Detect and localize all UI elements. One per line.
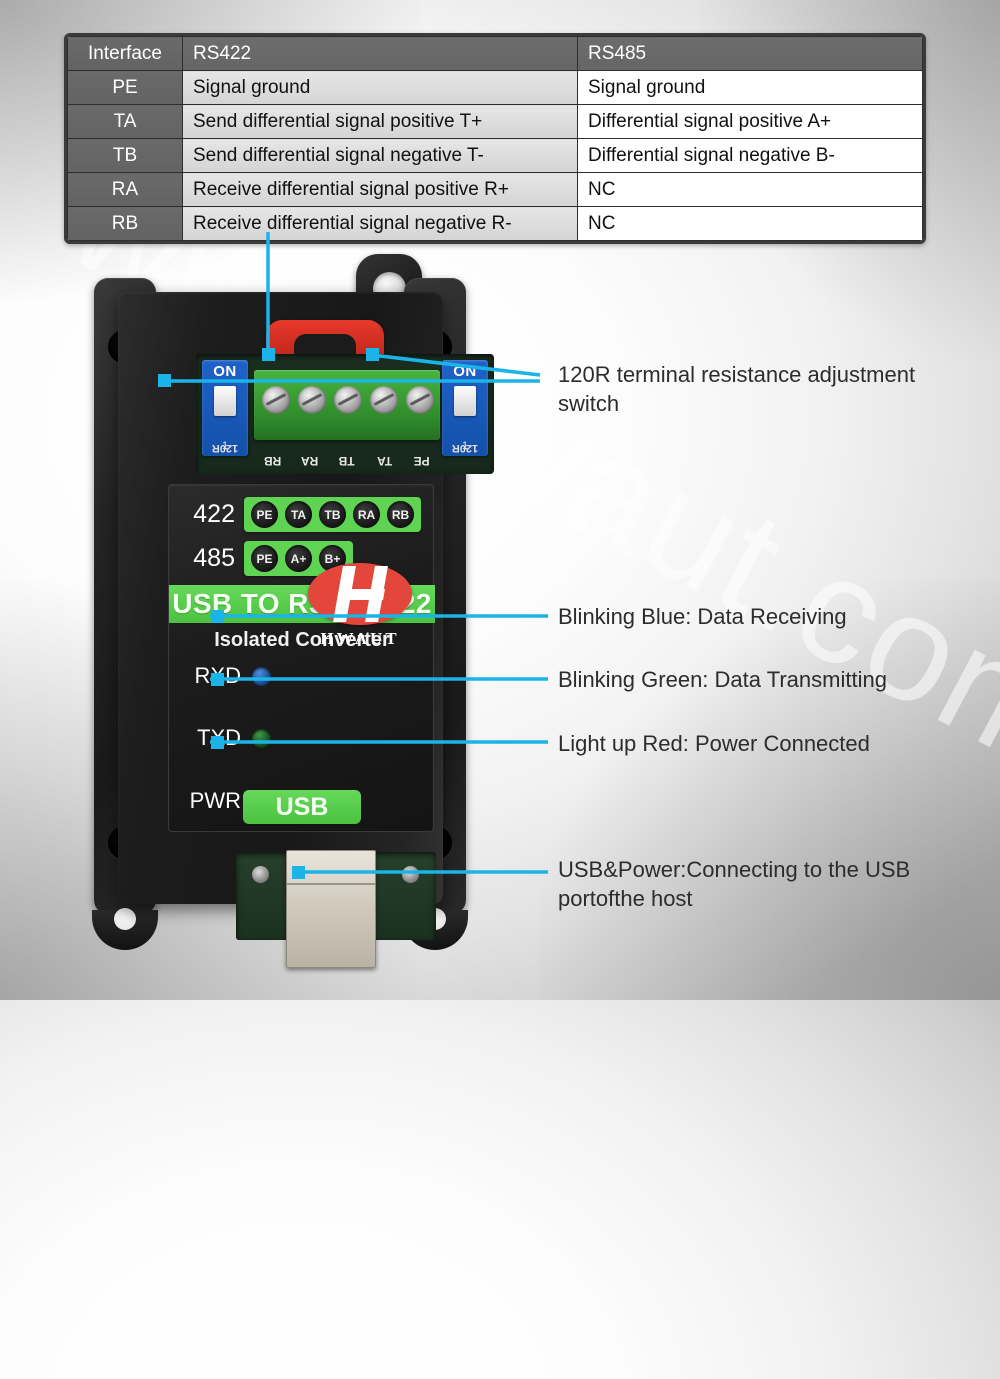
cell-rs422: Send differential signal positive T+ — [182, 104, 578, 139]
cell-rs485: Differential signal positive A+ — [577, 104, 923, 139]
bracket-foot-left — [92, 908, 158, 950]
usb-well-screw-icon — [402, 866, 419, 883]
callout-marker-usb — [292, 866, 305, 879]
led-indicator-rxd — [252, 666, 271, 686]
annotation-txd: Blinking Green: Data Transmitting — [558, 667, 887, 692]
logo-oval-icon — [308, 563, 412, 625]
cell-rs485: Signal ground — [577, 70, 923, 105]
terminal-screw-icon[interactable] — [370, 386, 398, 414]
cell-interface: RB — [67, 206, 183, 241]
screw-terminal-block[interactable] — [254, 370, 440, 440]
annotation-usb-power: USB&Power:Connecting to the USB portofth… — [558, 857, 911, 912]
callout-marker-120r-right — [366, 348, 379, 361]
terminal-screw-icon[interactable] — [334, 386, 362, 414]
callout-marker-txd — [211, 673, 224, 686]
callout-marker-pwr — [211, 736, 224, 749]
interface-spec-table: Interface RS422 RS485 PE Signal ground S… — [64, 33, 926, 244]
terminal-legend-item: TA — [376, 454, 392, 468]
terminal-screw-icon[interactable] — [262, 386, 290, 414]
usb-connector-well — [236, 850, 436, 968]
pin-badge: RA — [353, 501, 380, 528]
pin-badge: PE — [251, 545, 278, 572]
terminal-block-area: ON 1 120R ON 1 120R RB RA TB TA PE — [196, 354, 494, 474]
cell-interface: TA — [67, 104, 183, 139]
table-row: TB Send differential signal negative T- … — [67, 138, 923, 173]
dip-resistance-label-right: 120R — [451, 442, 479, 454]
pin-badge: PE — [251, 501, 278, 528]
terminal-screw-icon[interactable] — [298, 386, 326, 414]
terminal-legend-item: RA — [301, 454, 319, 468]
dip-resistance-label-left: 120R — [211, 442, 239, 454]
dip-lever-left[interactable] — [214, 386, 236, 416]
pin-badge: TB — [319, 501, 346, 528]
terminal-screw-icon[interactable] — [406, 386, 434, 414]
dip-on-label-left: ON — [213, 363, 237, 380]
pinout-row-422: 422 PE TA TB RA RB — [177, 497, 421, 532]
cell-rs485: NC — [577, 172, 923, 207]
led-label-rxd: RXD — [175, 663, 241, 689]
led-label-pwr: PWR — [189, 788, 241, 813]
header-rs422: RS422 — [182, 36, 578, 71]
callout-marker-rxd — [211, 610, 224, 623]
cell-rs422: Receive differential signal negative R- — [182, 206, 578, 241]
brand-name: HWAUT — [320, 629, 400, 648]
usb-tag-label: USB — [275, 792, 329, 821]
foot-notch-icon — [114, 908, 136, 930]
table-row: TA Send differential signal positive T+ … — [67, 104, 923, 139]
cell-rs422: Send differential signal negative T- — [182, 138, 578, 173]
cell-rs485: NC — [577, 206, 923, 241]
led-label-txd: TXD — [175, 725, 241, 751]
pinout-row-label: 485 — [193, 544, 235, 572]
callout-marker-terminal-screw — [262, 348, 275, 361]
pin-strip-422: PE TA TB RA RB — [244, 497, 421, 532]
table-row: PE Signal ground Signal ground — [67, 70, 923, 105]
header-interface: Interface — [67, 36, 183, 71]
table-header-row: Interface RS422 RS485 — [67, 36, 923, 71]
terminal-legend: RB RA TB TA PE — [254, 446, 440, 468]
led-indicator-txd — [252, 728, 271, 748]
cell-interface: RA — [67, 172, 183, 207]
terminal-legend-item: TB — [339, 454, 356, 468]
annotation-rxd: Blinking Blue: Data Receiving — [558, 604, 847, 629]
pinout-row-label: 422 — [193, 500, 235, 528]
cell-rs422: Signal ground — [182, 70, 578, 105]
pin-badge: RB — [387, 501, 414, 528]
device-photo: ON 1 120R ON 1 120R RB RA TB TA PE 422 P… — [56, 250, 526, 970]
annotation-terminal-resistance: 120R terminal resistance adjustment swit… — [558, 362, 916, 417]
table-row: RB Receive differential signal negative … — [67, 206, 923, 241]
header-rs485: RS485 — [577, 36, 923, 71]
dip-on-label-right: ON — [453, 363, 477, 380]
logo-h-bar-icon — [337, 589, 385, 600]
callout-marker-120r-left — [158, 374, 171, 387]
cell-interface: TB — [67, 138, 183, 173]
cell-rs485: Differential signal negative B- — [577, 138, 923, 173]
cell-interface: PE — [67, 70, 183, 105]
brand-logo: HWAUT — [301, 563, 419, 649]
terminal-legend-item: PE — [413, 454, 430, 468]
annotation-pwr: Light up Red: Power Connected — [558, 731, 870, 756]
dip-lever-right[interactable] — [454, 386, 476, 416]
usb-port-tag: USB — [243, 790, 361, 824]
front-label-panel: 422 PE TA TB RA RB 485 PE A+ B+ USB TO R… — [168, 484, 435, 832]
terminal-legend-item: RB — [263, 454, 282, 468]
table-row: RA Receive differential signal positive … — [67, 172, 923, 207]
pin-badge: TA — [285, 501, 312, 528]
usb-well-screw-icon — [252, 866, 269, 883]
cell-rs422: Receive differential signal positive R+ — [182, 172, 578, 207]
background-vignette-bottom-right — [540, 580, 1000, 1000]
